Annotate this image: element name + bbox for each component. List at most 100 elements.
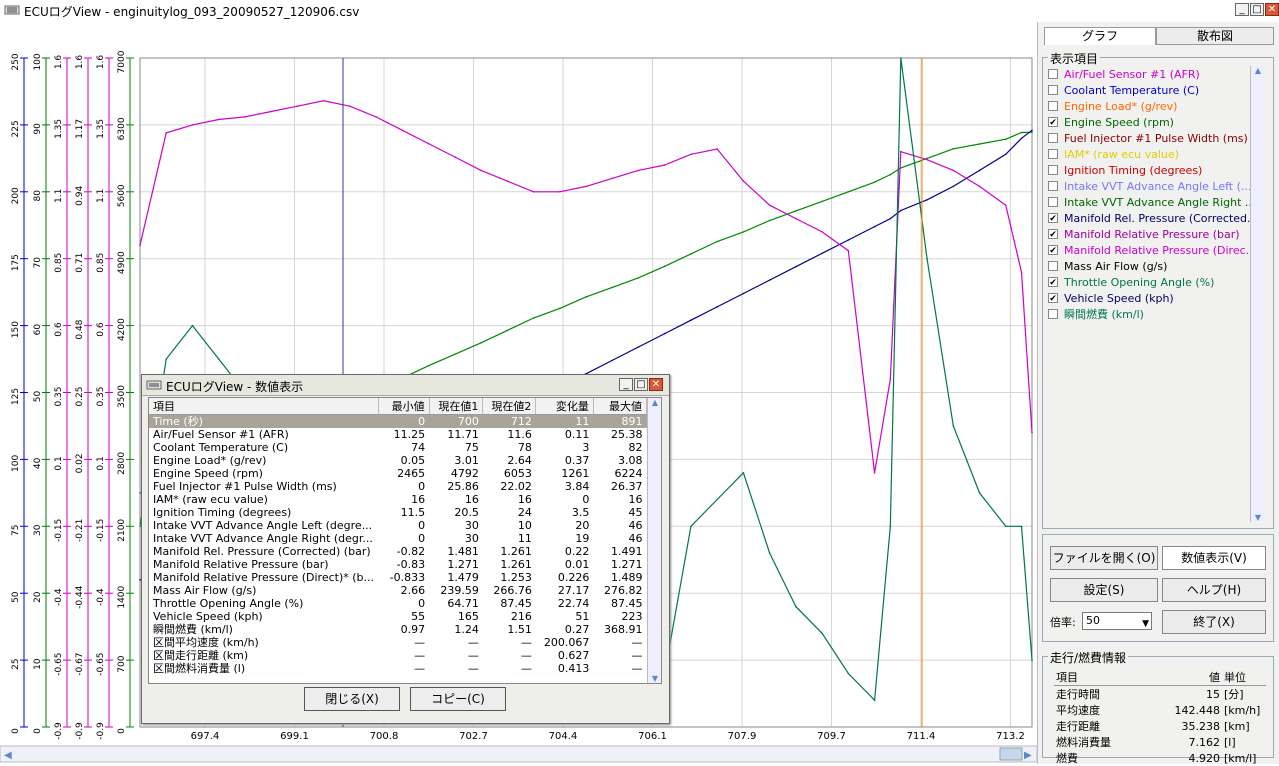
display-item-checkbox[interactable]	[1048, 261, 1058, 271]
display-item[interactable]: Fuel Injector #1 Pulse Width (ms)	[1048, 130, 1264, 146]
values-row[interactable]: Vehicle Speed (kph) 55 165 216 51 223	[149, 610, 647, 623]
display-item[interactable]: Intake VVT Advance Angle Left (...	[1048, 178, 1264, 194]
y-tick-label: 150	[11, 321, 21, 338]
series-point	[1004, 525, 1007, 528]
values-cell: 20	[575, 519, 590, 532]
display-item[interactable]: Intake VVT Advance Angle Right ...	[1048, 194, 1264, 210]
display-item-checkbox[interactable]: ✔	[1048, 117, 1058, 128]
dialog-title-bar[interactable]: ECUログView - 数値表示 _ □ ✕	[142, 375, 669, 396]
values-row[interactable]: Ignition Timing (degrees) 11.5 20.5 24 3.5 45	[149, 506, 647, 519]
display-item-checkbox[interactable]: ✔	[1048, 293, 1058, 304]
display-item-checkbox[interactable]	[1048, 133, 1058, 143]
display-item-checkbox[interactable]: ✔	[1048, 245, 1058, 256]
values-row[interactable]: Intake VVT Advance Angle Right (degr... 0…	[149, 532, 647, 545]
values-row[interactable]: Mass Air Flow (g/s) 2.66 239.59 266.76 27.17…	[149, 584, 647, 597]
display-item-checkbox[interactable]	[1048, 197, 1058, 207]
maximize-button[interactable]: □	[1250, 3, 1264, 16]
exit-button[interactable]: 終了(X)	[1162, 610, 1266, 634]
dialog-close-action-button[interactable]: 閉じる(X)	[304, 687, 400, 711]
values-cell: 46	[628, 532, 643, 545]
dialog-maximize-button[interactable]: □	[634, 378, 648, 391]
display-item[interactable]: Mass Air Flow (g/s)	[1048, 258, 1264, 274]
values-row[interactable]: 瞬間燃費 (km/l) 0.97 1.24 1.51 0.27 368.91	[149, 623, 647, 636]
values-row[interactable]: Manifold Relative Pressure (Direct)* (b.…	[149, 571, 647, 584]
close-button[interactable]: ✕	[1265, 3, 1279, 16]
display-item[interactable]: IAM* (raw ecu value)	[1048, 146, 1264, 162]
display-item-checkbox[interactable]	[1048, 101, 1058, 111]
values-row[interactable]: IAM* (raw ecu value) 16 16 16 0 16	[149, 493, 647, 506]
series-point	[768, 219, 771, 222]
values-row[interactable]: Engine Speed (rpm) 2465 4792 6053 1261 6224	[149, 467, 647, 480]
scroll-up-icon[interactable]: ▲	[1251, 66, 1265, 75]
values-row[interactable]: Intake VVT Advance Angle Left (degre... 0…	[149, 519, 647, 532]
values-column-header[interactable]: 最小値	[378, 398, 430, 415]
series-point	[795, 210, 797, 212]
items-scrollbar[interactable]: ▲ ▼	[1250, 66, 1265, 522]
values-row[interactable]: Air/Fuel Sensor #1 (AFR) 11.25 11.71 11.6 0.…	[149, 428, 647, 441]
values-column-header[interactable]: 最大値	[593, 398, 648, 415]
values-scrollbar[interactable]: ▲ ▼	[647, 398, 661, 683]
display-item-checkbox[interactable]	[1048, 181, 1058, 191]
display-item[interactable]: Coolant Temperature (C)	[1048, 82, 1264, 98]
display-item[interactable]: 瞬間燃費 (km/l)	[1048, 306, 1264, 322]
display-item-checkbox[interactable]	[1048, 69, 1058, 79]
display-item[interactable]: ✔ Manifold Relative Pressure (bar)	[1048, 226, 1264, 242]
display-item[interactable]: Air/Fuel Sensor #1 (AFR)	[1048, 66, 1264, 82]
values-cell: 30	[464, 532, 479, 545]
tab-scatter[interactable]: 散布図	[1156, 27, 1274, 45]
display-item[interactable]: ✔ Manifold Relative Pressure (Direc...	[1048, 242, 1264, 258]
settings-button[interactable]: 設定(S)	[1050, 578, 1158, 602]
scroll-thumb[interactable]	[999, 747, 1023, 761]
values-column-header[interactable]: 項目	[149, 398, 379, 415]
scroll-right-icon[interactable]: ▶	[1024, 750, 1032, 761]
show-values-button[interactable]: 数値表示(V)	[1162, 546, 1266, 570]
copy-button[interactable]: コピー(C)	[410, 687, 506, 711]
scroll-up-icon[interactable]: ▲	[648, 398, 661, 407]
values-row[interactable]: Coolant Temperature (C) 74 75 78 3 82	[149, 441, 647, 454]
display-item[interactable]: ✔ Manifold Rel. Pressure (Corrected...	[1048, 210, 1264, 226]
values-column-header[interactable]: 現在値2	[482, 398, 537, 415]
minimize-button[interactable]: _	[1235, 3, 1249, 16]
dialog-close-button[interactable]: ✕	[649, 378, 663, 391]
values-column-header[interactable]: 現在値1	[429, 398, 484, 415]
display-item-checkbox[interactable]	[1048, 85, 1058, 95]
display-item[interactable]: ✔ Throttle Opening Angle (%)	[1048, 274, 1264, 290]
values-column-header[interactable]: 変化量	[535, 398, 594, 415]
scroll-down-icon[interactable]: ▼	[648, 674, 661, 683]
series-point	[821, 252, 823, 255]
series-point	[1031, 131, 1033, 133]
display-item-checkbox[interactable]: ✔	[1048, 213, 1058, 224]
display-item-checkbox[interactable]: ✔	[1048, 277, 1058, 288]
display-item-checkbox[interactable]	[1048, 165, 1058, 175]
zoom-select[interactable]: 50 ▼	[1082, 612, 1152, 630]
values-row[interactable]: Manifold Rel. Pressure (Corrected) (bar)…	[149, 545, 647, 558]
values-row[interactable]: 区間燃料消費量 (l) — — — 0.413 —	[149, 662, 647, 675]
display-item[interactable]: ✔ Vehicle Speed (kph)	[1048, 290, 1264, 306]
display-item-checkbox[interactable]	[1048, 149, 1058, 159]
display-item[interactable]: ✔ Engine Speed (rpm)	[1048, 114, 1264, 130]
values-row[interactable]: Time (秒) 0 700 712 11 891	[149, 414, 647, 428]
open-file-button[interactable]: ファイルを開く(O)	[1050, 546, 1158, 570]
display-item-checkbox[interactable]: ✔	[1048, 229, 1058, 240]
values-row[interactable]: 区間走行距離 (km) — — — 0.627 —	[149, 649, 647, 662]
y-tick-label: 700	[117, 655, 127, 672]
y-tick-label: -0.21	[75, 519, 85, 542]
values-row[interactable]: Fuel Injector #1 Pulse Width (ms) 0 25.86 2…	[149, 480, 647, 493]
display-item-checkbox[interactable]	[1048, 309, 1058, 319]
values-row[interactable]: 区間平均速度 (km/h) — — — 200.067 —	[149, 636, 647, 649]
series-point	[558, 307, 561, 310]
horizontal-scrollbar[interactable]	[0, 745, 1037, 763]
scroll-left-icon[interactable]: ◀	[4, 750, 12, 761]
values-row[interactable]: Engine Load* (g/rev) 0.05 3.01 2.64 0.37 3.08	[149, 454, 647, 467]
series-point	[978, 185, 981, 188]
scroll-down-icon[interactable]: ▼	[1251, 513, 1265, 522]
tab-graph[interactable]: グラフ	[1044, 27, 1156, 45]
dialog-minimize-button[interactable]: _	[619, 378, 633, 391]
y-tick-label: 30	[33, 524, 43, 536]
values-cell: 25.86	[447, 480, 479, 493]
display-item[interactable]: Engine Load* (g/rev)	[1048, 98, 1264, 114]
values-row[interactable]: Manifold Relative Pressure (bar) -0.83 1.2…	[149, 558, 647, 571]
display-item[interactable]: Ignition Timing (degrees)	[1048, 162, 1264, 178]
values-row[interactable]: Throttle Opening Angle (%) 0 64.71 87.45 22.…	[149, 597, 647, 610]
help-button[interactable]: ヘルプ(H)	[1162, 578, 1266, 602]
